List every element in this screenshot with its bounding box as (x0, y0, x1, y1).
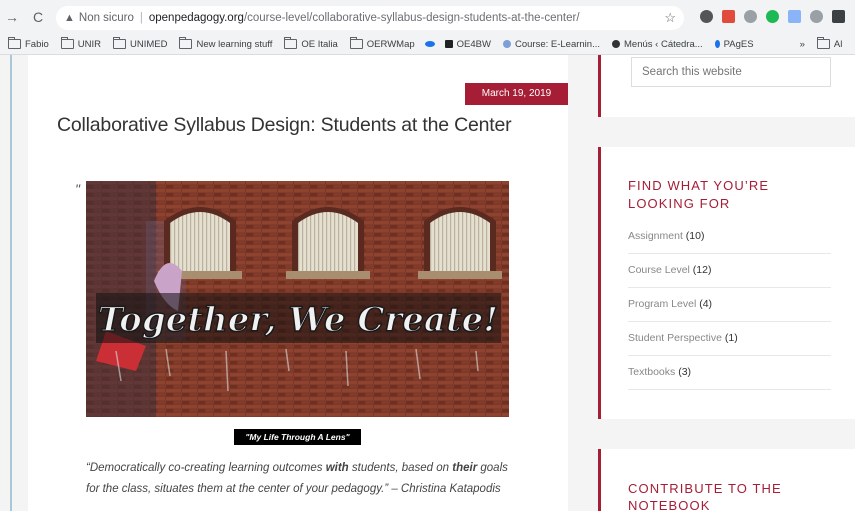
bookmark-oe-italia[interactable]: OE Italia (284, 37, 338, 50)
folder-icon (179, 37, 193, 49)
bookmark-oe4bw[interactable]: OE4BW (444, 38, 491, 50)
quote-line-2: for the class, situates them at the cent… (86, 483, 501, 495)
category-label: Student Perspective (628, 332, 722, 344)
bookmark-unir[interactable]: UNIR (60, 37, 101, 50)
bookmark-label: UNIR (77, 38, 101, 50)
bookmark-pages[interactable]: PAgES (714, 38, 754, 50)
bookmark-star-icon[interactable]: ☆ (664, 10, 676, 26)
quote-mark: " (75, 181, 80, 197)
url-separator: | (139, 12, 143, 24)
widget-title-line: FIND WHAT YOU’RE (628, 178, 770, 193)
extension-icon[interactable] (832, 10, 845, 23)
post-title[interactable]: Collaborative Syllabus Design: Students … (57, 114, 512, 137)
extension-icon[interactable] (722, 10, 735, 23)
bookmark-oerwmap[interactable]: OERWMap (349, 37, 415, 50)
mural-photo: Together, We Create! (86, 181, 509, 417)
site-icon (502, 40, 511, 48)
address-bar[interactable]: ▲ Non sicuro | openpedagogy.org /course-… (56, 6, 684, 30)
category-item-textbooks[interactable]: Textbooks (3) (628, 355, 831, 390)
article: March 19, 2019 Collaborative Syllabus De… (28, 55, 568, 511)
bookmark-label: Menús ‹ Cátedra... (624, 38, 703, 50)
category-label: Course Level (628, 264, 690, 276)
search-input[interactable] (631, 57, 831, 87)
extension-icon[interactable] (766, 10, 779, 23)
category-label: Program Level (628, 298, 697, 310)
folder-icon (113, 37, 126, 49)
search-widget (598, 55, 855, 117)
browser-toolbar: → C ▲ Non sicuro | openpedagogy.org /cou… (0, 0, 855, 34)
quote-text: goals (477, 462, 508, 474)
categories-widget: FIND WHAT YOU’RE LOOKING FOR Assignment … (598, 147, 855, 419)
web-page: March 19, 2019 Collaborative Syllabus De… (0, 55, 855, 511)
category-item-course-level[interactable]: Course Level (12) (628, 253, 831, 288)
url-domain: openpedagogy.org (148, 12, 244, 24)
extension-icon[interactable] (788, 10, 801, 23)
extension-icon[interactable] (744, 10, 757, 23)
bookmark-fabio[interactable]: Fabio (8, 37, 49, 50)
bookmarks-bar: Fabio UNIR UNIMED New learning stuff OE … (0, 34, 855, 55)
bookmark-label: OERWMap (366, 38, 415, 50)
bookmark-al[interactable]: Al (816, 37, 843, 50)
browser-window: → C ▲ Non sicuro | openpedagogy.org /cou… (0, 0, 855, 511)
folder-icon (60, 37, 74, 49)
quote-line-1: “Democratically co-creating learning out… (86, 458, 556, 479)
site-icon (612, 40, 620, 48)
quote-text: students, based on (348, 462, 453, 474)
widget-title-line: CONTRIBUTE TO THE (628, 481, 782, 496)
widget-title-line: NOTEBOOK (628, 498, 711, 511)
category-label: Textbooks (628, 366, 676, 378)
url-path: /course-level/collaborative-syllabus-des… (243, 12, 580, 24)
sidebar: FIND WHAT YOU’RE LOOKING FOR Assignment … (598, 55, 855, 511)
category-count: (3) (678, 366, 692, 378)
forward-icon[interactable]: → (2, 9, 22, 25)
post-date-badge: March 19, 2019 (465, 83, 568, 105)
bookmark-menus[interactable]: Menús ‹ Cátedra... (612, 39, 703, 50)
folder-icon (8, 37, 21, 49)
bookmark-label: OE Italia (301, 38, 338, 50)
category-count: (4) (699, 298, 713, 310)
left-border (10, 55, 12, 511)
extension-icon[interactable] (810, 10, 823, 23)
quote-emphasis: their (452, 462, 478, 474)
bookmark-label: Course: E-Learnin... (514, 38, 600, 50)
folder-icon (349, 37, 363, 49)
warning-icon[interactable]: ▲ (64, 12, 75, 24)
category-item-program-level[interactable]: Program Level (4) (628, 287, 831, 322)
bookmark-label: PAgES (723, 38, 754, 50)
contribute-widget: CONTRIBUTE TO THE NOTEBOOK (598, 449, 855, 511)
category-count: (10) (685, 230, 705, 242)
extension-icons (700, 10, 845, 23)
category-count: (12) (692, 264, 712, 276)
category-count: (1) (724, 332, 738, 344)
bookmark-label: Fabio (25, 38, 49, 50)
mural-lettering: Together, We Create! (98, 300, 498, 340)
folder-icon (816, 37, 830, 49)
extension-icon[interactable] (700, 10, 713, 23)
bookmark-unimed[interactable]: UNIMED (113, 37, 168, 50)
bookmark-label: New learning stuff (196, 38, 273, 50)
bookmark-label: Al (833, 38, 843, 50)
site-icon (424, 41, 435, 47)
category-item-assignment[interactable]: Assignment (10) (628, 219, 831, 254)
bookmark-label: UNIMED (130, 38, 168, 50)
reload-icon[interactable]: C (28, 9, 48, 25)
folder-icon (284, 37, 298, 49)
site-icon (444, 40, 453, 48)
bookmark-new-learning[interactable]: New learning stuff (179, 37, 273, 50)
site-icon (714, 40, 720, 48)
bookmark-blank[interactable] (424, 41, 439, 47)
category-label: Assignment (628, 230, 683, 242)
pull-quote: “Democratically co-creating learning out… (86, 458, 556, 500)
image-caption: "My Life Through A Lens" (234, 429, 361, 445)
quote-emphasis: with (325, 462, 349, 474)
quote-text: “Democratically co-creating learning out… (86, 462, 326, 474)
bookmarks-overflow[interactable]: » (800, 39, 805, 50)
bookmark-label: OE4BW (456, 38, 491, 50)
category-item-student-perspective[interactable]: Student Perspective (1) (628, 321, 831, 356)
insecure-label: Non sicuro (78, 12, 134, 24)
widget-title-line: LOOKING FOR (628, 196, 731, 211)
bookmark-course[interactable]: Course: E-Learnin... (502, 38, 600, 50)
